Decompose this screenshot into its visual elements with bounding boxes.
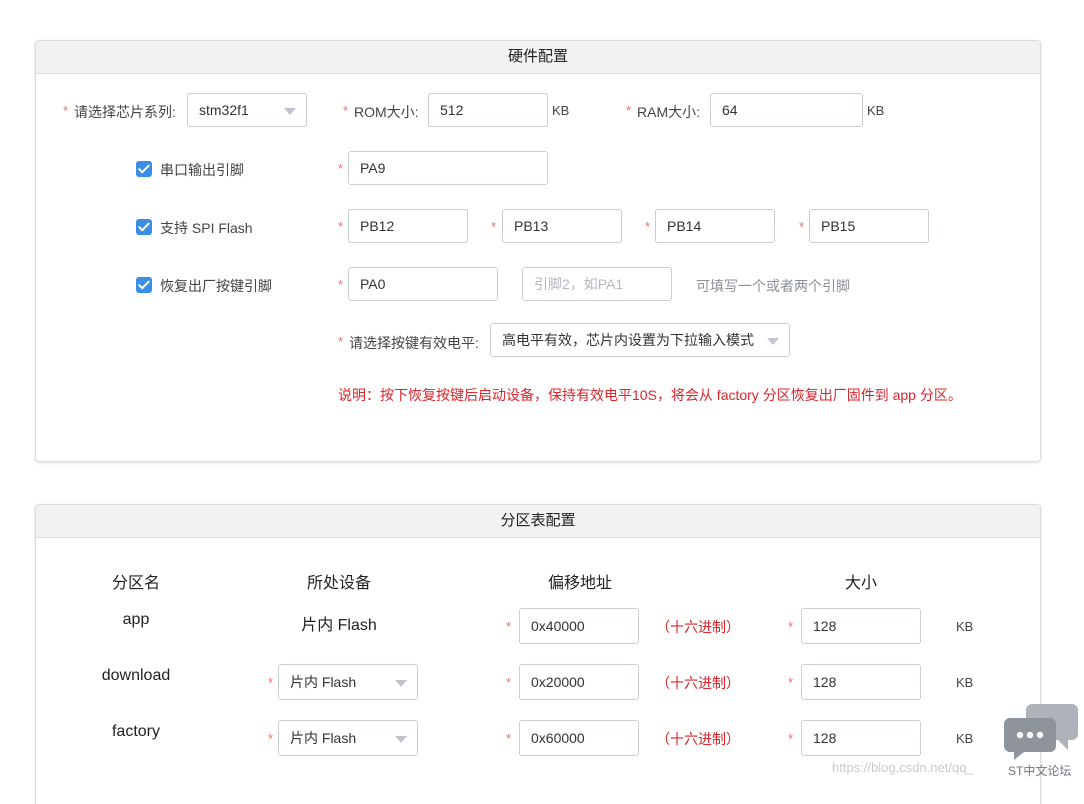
spi-pin-input-1[interactable] <box>348 209 468 243</box>
device-select-factory[interactable]: 片内 Flash <box>278 720 418 756</box>
required-mark: * <box>799 219 805 234</box>
required-mark: * <box>63 103 69 118</box>
size-input-factory[interactable] <box>801 720 921 756</box>
uart-output-checkbox[interactable] <box>136 161 152 177</box>
chevron-down-icon <box>395 680 407 687</box>
key-level-value: 高电平有效，芯片内设置为下拉输入模式 <box>502 332 754 348</box>
hex-label: （十六进制） <box>656 619 740 635</box>
required-mark: * <box>645 219 651 234</box>
spi-flash-label: 支持 SPI Flash <box>160 220 253 236</box>
size-input-download[interactable] <box>801 664 921 700</box>
chip-series-value: stm32f1 <box>199 102 249 118</box>
partition-name-download: download <box>101 667 171 684</box>
partition-config-title: 分区表配置 <box>36 505 1040 538</box>
restore-pin-hint: 可填写一个或者两个引脚 <box>696 278 850 294</box>
restore-key-checkbox[interactable] <box>136 277 152 293</box>
size-unit: KB <box>956 619 974 634</box>
required-mark: * <box>506 731 512 746</box>
required-mark: * <box>268 731 274 746</box>
required-mark: * <box>268 675 274 690</box>
uart-output-label: 串口输出引脚 <box>160 162 244 178</box>
required-mark: * <box>338 219 344 234</box>
chevron-down-icon <box>284 108 296 115</box>
restore-note: 说明：按下恢复按键后启动设备，保持有效电平10S，将会从 factory 分区恢… <box>338 387 962 403</box>
uart-pin-input[interactable] <box>348 151 548 185</box>
restore-pin-2-input[interactable] <box>522 267 672 301</box>
restore-key-label: 恢复出厂按键引脚 <box>160 278 272 294</box>
offset-input-app[interactable] <box>519 608 639 644</box>
rom-size-input[interactable] <box>428 93 548 127</box>
restore-pin-1-input[interactable] <box>348 267 498 301</box>
size-input-app[interactable] <box>801 608 921 644</box>
column-header-offset: 偏移地址 <box>547 575 612 592</box>
chat-bubble-icon <box>1004 704 1078 760</box>
spi-pin-input-2[interactable] <box>502 209 622 243</box>
hardware-config-title: 硬件配置 <box>36 41 1040 74</box>
required-mark: * <box>338 161 344 176</box>
required-mark: * <box>338 277 344 292</box>
forum-name: ST中文论坛 <box>1008 764 1072 778</box>
spi-flash-checkbox[interactable] <box>136 219 152 235</box>
csdn-watermark: https://blog.csdn.net/qq_ <box>832 760 974 775</box>
rom-size-label: ROM大小: <box>354 104 419 120</box>
chevron-down-icon <box>767 338 779 345</box>
required-mark: * <box>626 103 632 118</box>
key-level-label: 请选择按键有效电平: <box>349 335 479 351</box>
column-header-device: 所处设备 <box>306 575 371 592</box>
chip-series-label: 请选择芯片系列: <box>74 104 176 120</box>
partition-device-app: 片内 Flash <box>301 617 377 634</box>
device-select-value: 片内 Flash <box>290 730 357 746</box>
column-header-name: 分区名 <box>111 575 160 592</box>
size-unit: KB <box>956 731 974 746</box>
offset-input-factory[interactable] <box>519 720 639 756</box>
chip-series-select[interactable]: stm32f1 <box>187 93 307 127</box>
spi-pin-input-4[interactable] <box>809 209 929 243</box>
ram-size-label: RAM大小: <box>637 104 700 120</box>
required-mark: * <box>788 675 794 690</box>
offset-input-download[interactable] <box>519 664 639 700</box>
partition-config-panel: 分区表配置 分区名 所处设备 偏移地址 大小 app 片内 Flash * （十… <box>35 504 1041 804</box>
size-unit: KB <box>956 675 974 690</box>
device-select-download[interactable]: 片内 Flash <box>278 664 418 700</box>
required-mark: * <box>506 675 512 690</box>
device-select-value: 片内 Flash <box>290 674 357 690</box>
ram-size-input[interactable] <box>710 93 863 127</box>
forum-logo: ST中文论坛 <box>1004 700 1080 780</box>
key-level-select[interactable]: 高电平有效，芯片内设置为下拉输入模式 <box>490 323 790 357</box>
required-mark: * <box>788 731 794 746</box>
required-mark: * <box>338 334 344 349</box>
chevron-down-icon <box>395 736 407 743</box>
partition-name-factory: factory <box>111 723 160 740</box>
required-mark: * <box>506 619 512 634</box>
required-mark: * <box>491 219 497 234</box>
partition-name-app: app <box>122 611 150 628</box>
ram-unit: KB <box>867 103 885 118</box>
hardware-config-panel: 硬件配置 * 请选择芯片系列: stm32f1 * ROM大小: KB * RA… <box>35 40 1041 462</box>
hex-label: （十六进制） <box>656 675 740 691</box>
rom-unit: KB <box>552 103 570 118</box>
required-mark: * <box>343 103 349 118</box>
column-header-size: 大小 <box>844 575 877 592</box>
spi-pin-input-3[interactable] <box>655 209 775 243</box>
hex-label: （十六进制） <box>656 731 740 747</box>
required-mark: * <box>788 619 794 634</box>
